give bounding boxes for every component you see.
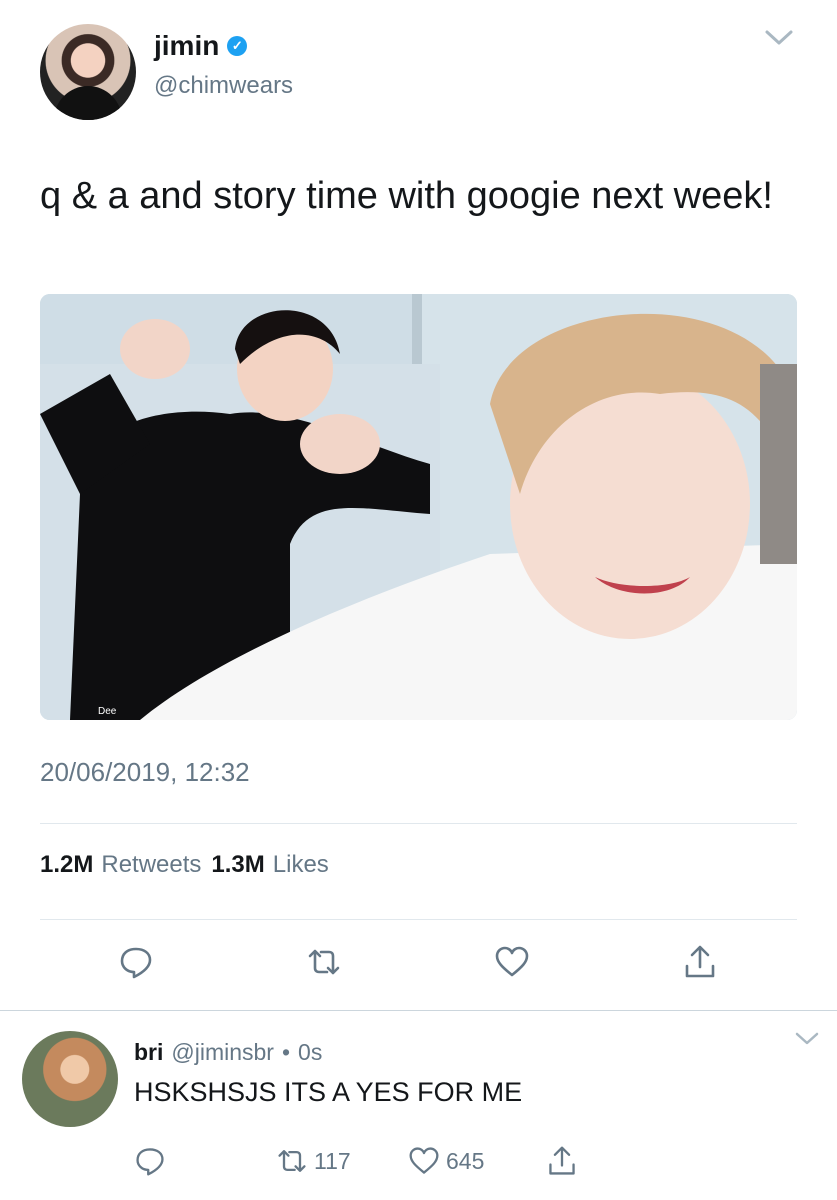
engagement-stats: 1.2M Retweets 1.3M Likes	[40, 851, 329, 879]
reply-reply-button[interactable]	[134, 1145, 166, 1177]
retweets-stat[interactable]: 1.2M Retweets	[40, 851, 201, 879]
author-display-name[interactable]: jimin	[154, 30, 219, 62]
divider	[40, 823, 797, 824]
author-avatar[interactable]	[40, 24, 136, 120]
divider	[40, 919, 797, 920]
reply-author-avatar[interactable]	[22, 1031, 118, 1127]
reply-retweet-button[interactable]: 117	[276, 1145, 351, 1177]
reply-icon[interactable]	[118, 944, 154, 980]
verified-badge-icon: ✓	[227, 36, 248, 56]
like-icon[interactable]	[494, 944, 530, 980]
retweets-label: Retweets	[101, 851, 202, 878]
reply-handle[interactable]: @jiminsbr	[171, 1039, 274, 1066]
reply-retweet-count: 117	[314, 1147, 351, 1174]
reply-header: bri @jiminsbr • 0s	[134, 1039, 322, 1066]
tweet-timestamp[interactable]: 20/06/2019, 12:32	[40, 757, 250, 788]
tweet-media-image[interactable]: Dee	[40, 294, 797, 720]
retweet-icon	[278, 1150, 306, 1172]
retweets-count: 1.2M	[40, 851, 94, 878]
likes-count: 1.3M	[211, 851, 265, 878]
chevron-down-icon[interactable]	[794, 1031, 820, 1047]
reply-text: HSKSHSJS ITS A YES FOR ME	[134, 1077, 523, 1107]
chevron-down-icon[interactable]	[764, 28, 794, 48]
media-watermark: Dee	[98, 706, 117, 717]
share-icon[interactable]	[682, 944, 718, 980]
reply-like-button[interactable]: 645	[408, 1145, 484, 1177]
reply-separator-dot: •	[281, 1039, 291, 1065]
main-tweet: jimin ✓ @chimwears q & a and story time …	[0, 0, 837, 1010]
tweet-text: q & a and story time with googie next we…	[40, 175, 773, 217]
reply-share-button[interactable]	[546, 1145, 578, 1177]
share-icon	[549, 1146, 575, 1175]
media-photo: Dee	[40, 294, 797, 720]
author-name-row: jimin ✓	[154, 30, 248, 62]
reply-time[interactable]: 0s	[298, 1039, 322, 1066]
retweet-icon[interactable]	[306, 944, 342, 980]
reply-tweet[interactable]: bri @jiminsbr • 0s HSKSHSJS ITS A YES FO…	[0, 1011, 837, 1200]
reply-action-bar: 117 645	[0, 1145, 837, 1181]
likes-label: Likes	[272, 851, 329, 878]
reply-icon	[136, 1148, 164, 1176]
author-handle[interactable]: @chimwears	[154, 72, 293, 100]
tweet-action-bar	[0, 944, 837, 984]
like-icon	[409, 1147, 439, 1174]
likes-stat[interactable]: 1.3M Likes	[211, 851, 328, 879]
reply-like-count: 645	[446, 1147, 485, 1174]
reply-display-name[interactable]: bri	[134, 1039, 163, 1066]
